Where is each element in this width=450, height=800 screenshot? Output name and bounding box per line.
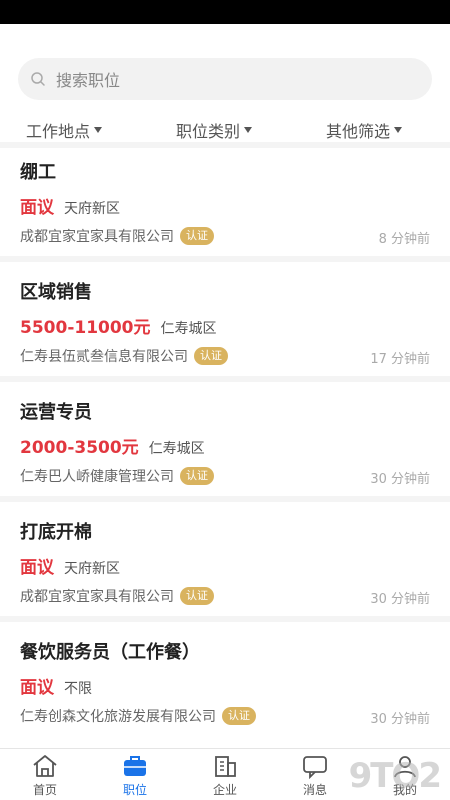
verified-badge: 认证 <box>222 707 256 725</box>
verified-badge: 认证 <box>194 347 228 365</box>
job-location: 不限 <box>64 681 92 697</box>
job-item[interactable]: 餐饮服务员（工作餐） 面议 不限 仁寿创森文化旅游发展有限公司 认证 30 分钟前 <box>0 622 450 742</box>
verified-badge: 认证 <box>180 587 214 605</box>
job-title: 餐饮服务员（工作餐） <box>20 642 200 663</box>
job-location: 天府新区 <box>64 201 120 217</box>
job-salary: 面议 天府新区 <box>20 198 120 218</box>
search-placeholder: 搜索职位 <box>56 71 121 90</box>
job-time: 8 分钟前 <box>378 232 430 247</box>
filter-category-label: 职位类别 <box>176 122 241 141</box>
filter-category[interactable]: 职位类别 <box>176 118 253 142</box>
building-icon <box>215 756 236 777</box>
tab-messages-label: 消息 <box>302 783 327 797</box>
job-item[interactable]: 区域销售 5500-11000元 仁寿城区 仁寿县伍贰叁信息有限公司 认证 17 分… <box>0 262 450 382</box>
job-time: 30 分钟前 <box>370 472 430 487</box>
briefcase-icon <box>124 756 146 776</box>
status-bar <box>0 0 450 24</box>
tab-company-label: 企业 <box>212 783 237 797</box>
job-salary: 面议 不限 <box>20 678 92 698</box>
job-company: 成都宜家宜家具有限公司 认证 <box>20 586 214 606</box>
verified-badge: 认证 <box>180 227 214 245</box>
job-time: 17 分钟前 <box>370 352 430 367</box>
job-location: 仁寿城区 <box>148 441 205 457</box>
job-company: 仁寿创森文化旅游发展有限公司 认证 <box>20 706 256 726</box>
message-icon <box>303 756 327 779</box>
tab-messages[interactable]: 消息 <box>280 753 350 798</box>
job-location: 天府新区 <box>64 561 120 577</box>
job-title: 绷工 <box>20 162 56 183</box>
job-company: 仁寿巴人峤健康管理公司 认证 <box>20 466 214 486</box>
tab-company[interactable]: 企业 <box>190 753 260 798</box>
job-title: 区域销售 <box>20 282 92 303</box>
search-icon <box>31 72 45 86</box>
filter-other-label: 其他筛选 <box>326 122 391 141</box>
job-company: 成都宜家宜家具有限公司 认证 <box>20 226 214 246</box>
filter-location[interactable]: 工作地点 <box>26 118 103 142</box>
caret-down-icon <box>394 127 403 133</box>
job-title: 打底开棉 <box>20 522 92 543</box>
filter-bar: 工作地点 职位类别 其他筛选 <box>0 114 450 144</box>
job-time: 30 分钟前 <box>370 592 430 607</box>
filter-location-label: 工作地点 <box>26 122 91 141</box>
job-item[interactable]: 打底开棉 面议 天府新区 成都宜家宜家具有限公司 认证 30 分钟前 <box>0 502 450 622</box>
job-item[interactable]: 绷工 面议 天府新区 成都宜家宜家具有限公司 认证 8 分钟前 <box>0 142 450 262</box>
job-time: 30 分钟前 <box>370 712 430 727</box>
tab-jobs-label: 职位 <box>122 783 147 797</box>
filter-other[interactable]: 其他筛选 <box>326 118 403 142</box>
watermark-logo: 9ТО2 <box>348 756 442 796</box>
tab-jobs[interactable]: 职位 <box>100 753 170 798</box>
job-list: 绷工 面议 天府新区 成都宜家宜家具有限公司 认证 8 分钟前 区域销售 5500-… <box>0 142 450 742</box>
tab-home-label: 首页 <box>32 783 57 797</box>
tab-home[interactable]: 首页 <box>10 753 80 798</box>
job-location: 仁寿城区 <box>160 321 217 337</box>
home-icon <box>33 755 57 777</box>
job-salary: 2000-3500元 仁寿城区 <box>20 438 205 458</box>
job-item[interactable]: 运营专员 2000-3500元 仁寿城区 仁寿巴人峤健康管理公司 认证 30 分钟前 <box>0 382 450 502</box>
job-title: 运营专员 <box>20 402 92 423</box>
verified-badge: 认证 <box>180 467 214 485</box>
divider <box>0 142 450 148</box>
caret-down-icon <box>244 127 253 133</box>
job-salary: 5500-11000元 仁寿城区 <box>20 318 217 338</box>
search-input[interactable]: 搜索职位 <box>18 58 432 100</box>
caret-down-icon <box>94 127 103 133</box>
job-salary: 面议 天府新区 <box>20 558 120 578</box>
job-company: 仁寿县伍贰叁信息有限公司 认证 <box>20 346 228 366</box>
